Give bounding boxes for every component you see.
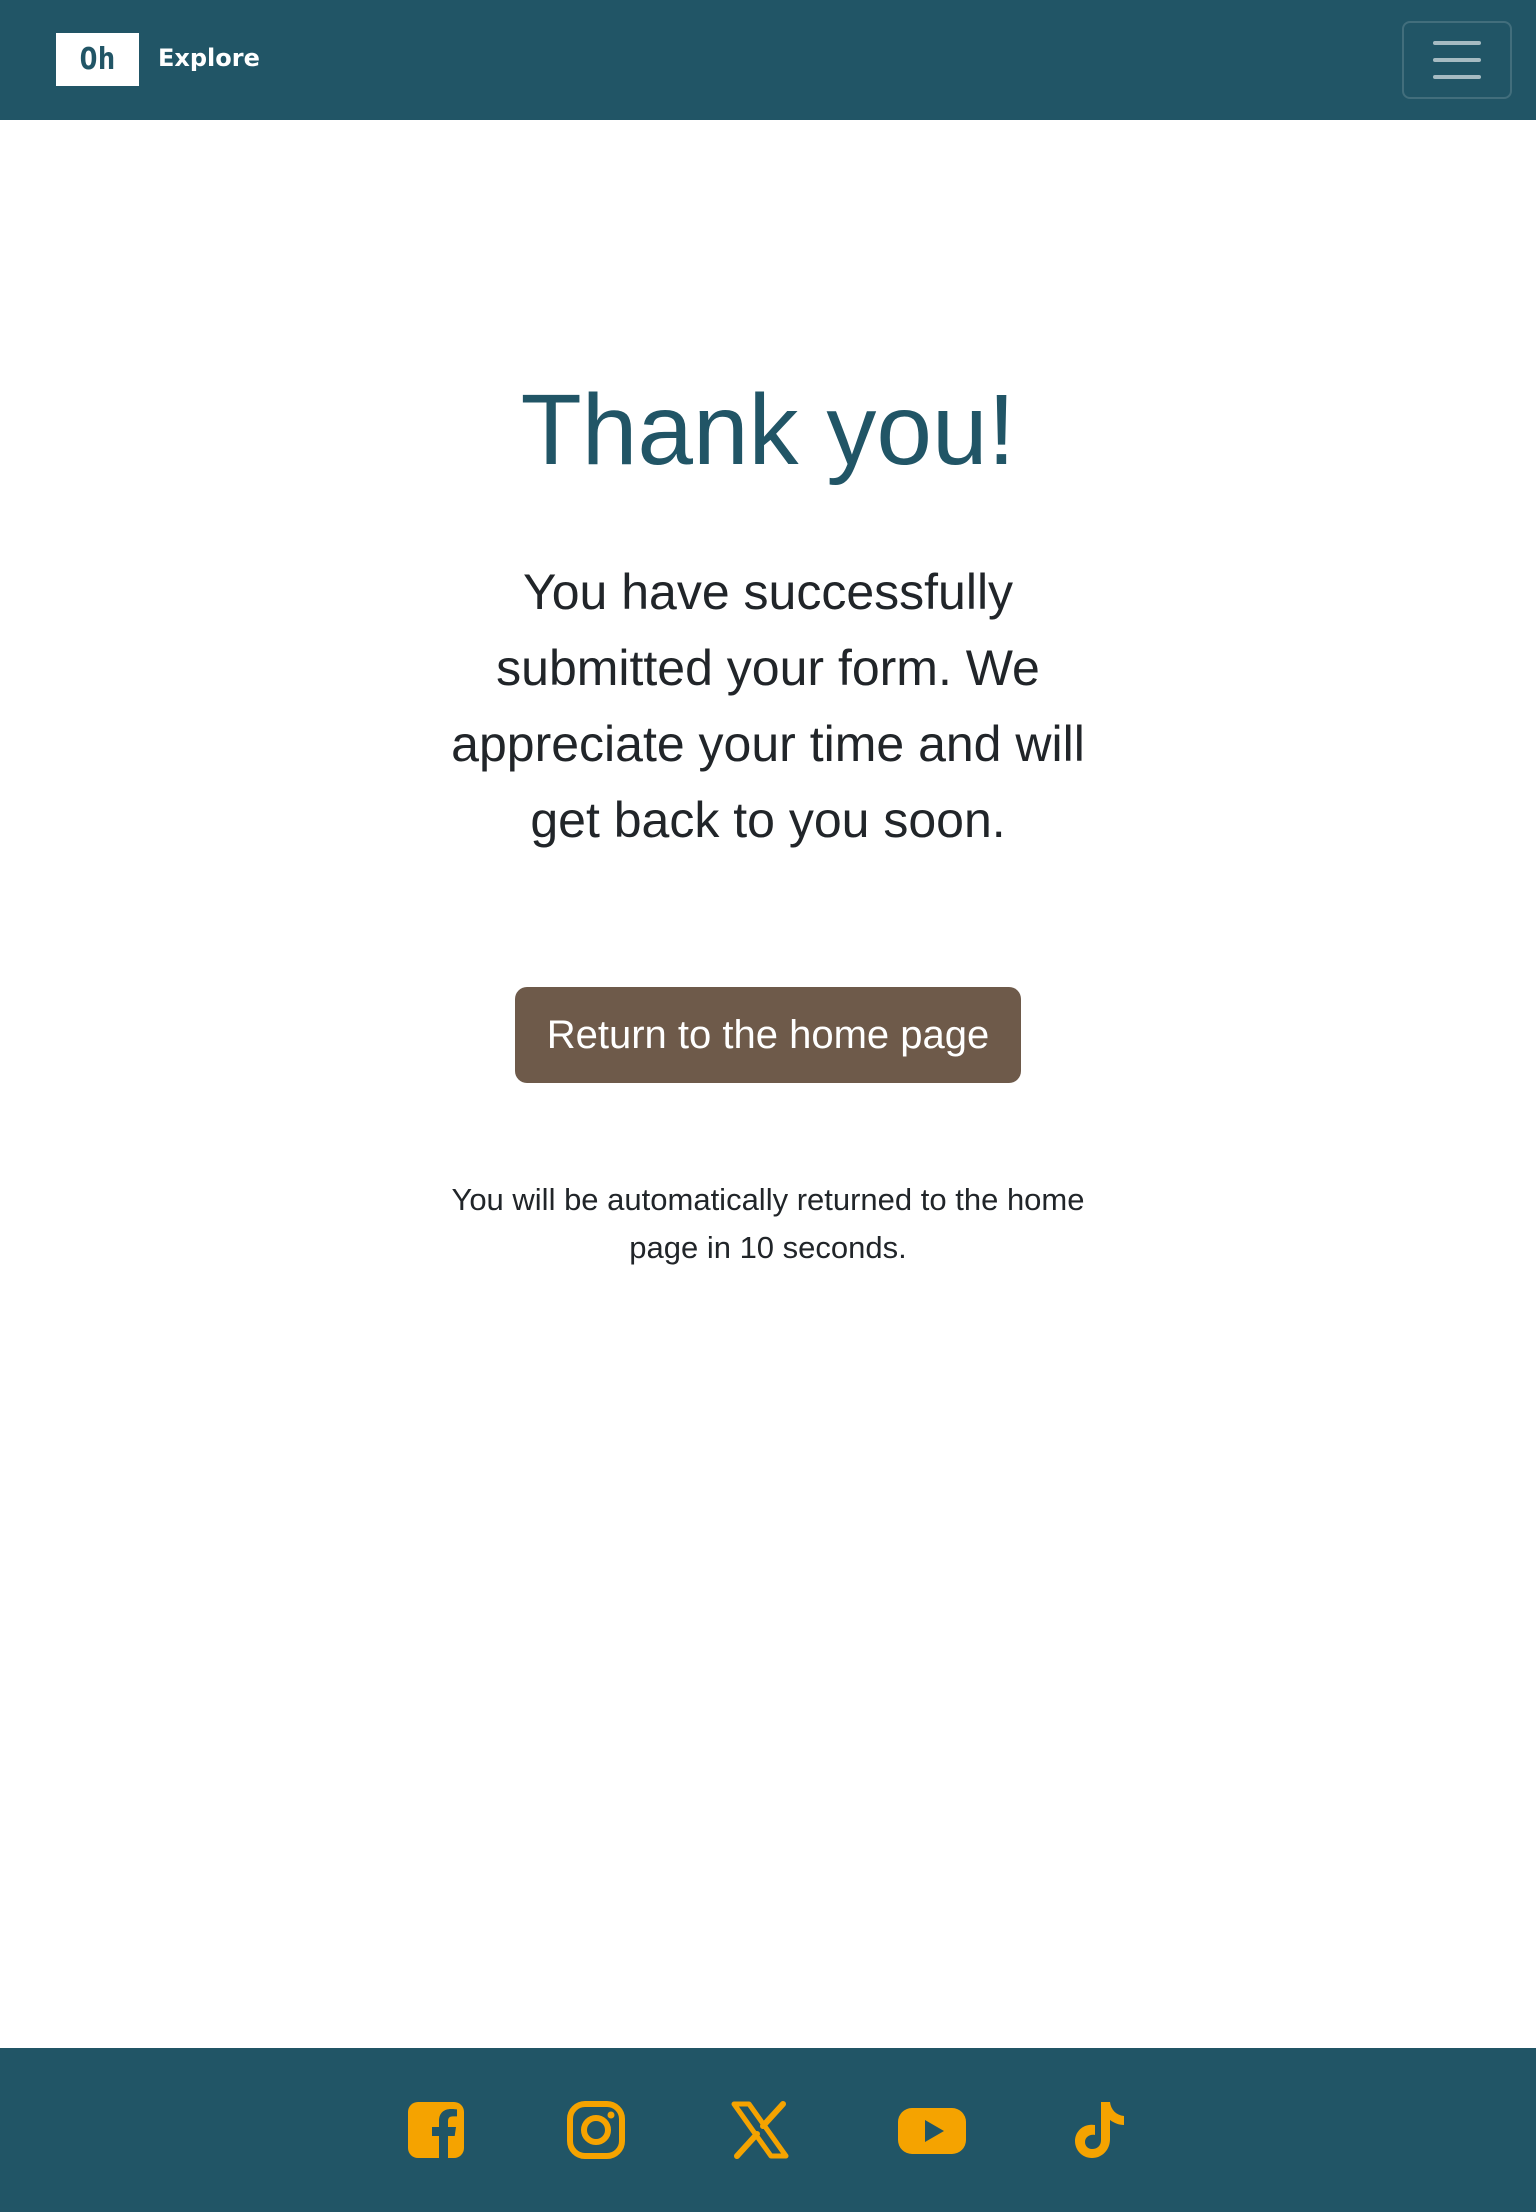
tiktok-link[interactable]	[1068, 2098, 1132, 2162]
tiktok-icon	[1075, 2102, 1124, 2158]
youtube-link[interactable]	[896, 2098, 968, 2162]
facebook-link[interactable]	[404, 2098, 468, 2162]
instagram-link[interactable]	[564, 2098, 628, 2162]
menu-toggle-button[interactable]	[1402, 21, 1512, 99]
hamburger-icon	[1433, 41, 1481, 45]
confirmation-message: You have successfully submitted your for…	[451, 564, 1085, 848]
main-content: Thank you! You have successfully submitt…	[0, 120, 1536, 2048]
instagram-icon	[567, 2101, 625, 2159]
top-navbar: Oh Explore	[0, 0, 1536, 120]
brand-name[interactable]: Explore	[158, 40, 260, 76]
footer	[0, 2048, 1536, 2212]
hamburger-icon	[1433, 58, 1481, 62]
x-link[interactable]	[728, 2098, 792, 2162]
page-title: Thank you!	[520, 374, 1016, 486]
return-home-button[interactable]: Return to the home page	[515, 987, 1021, 1083]
redirect-countdown-note: You will be automatically returned to th…	[451, 1182, 1085, 1265]
brand-logo[interactable]: Oh	[56, 33, 139, 86]
x-icon	[731, 2101, 789, 2159]
youtube-icon	[898, 2108, 966, 2154]
facebook-icon	[408, 2102, 464, 2158]
hamburger-icon	[1433, 75, 1481, 79]
